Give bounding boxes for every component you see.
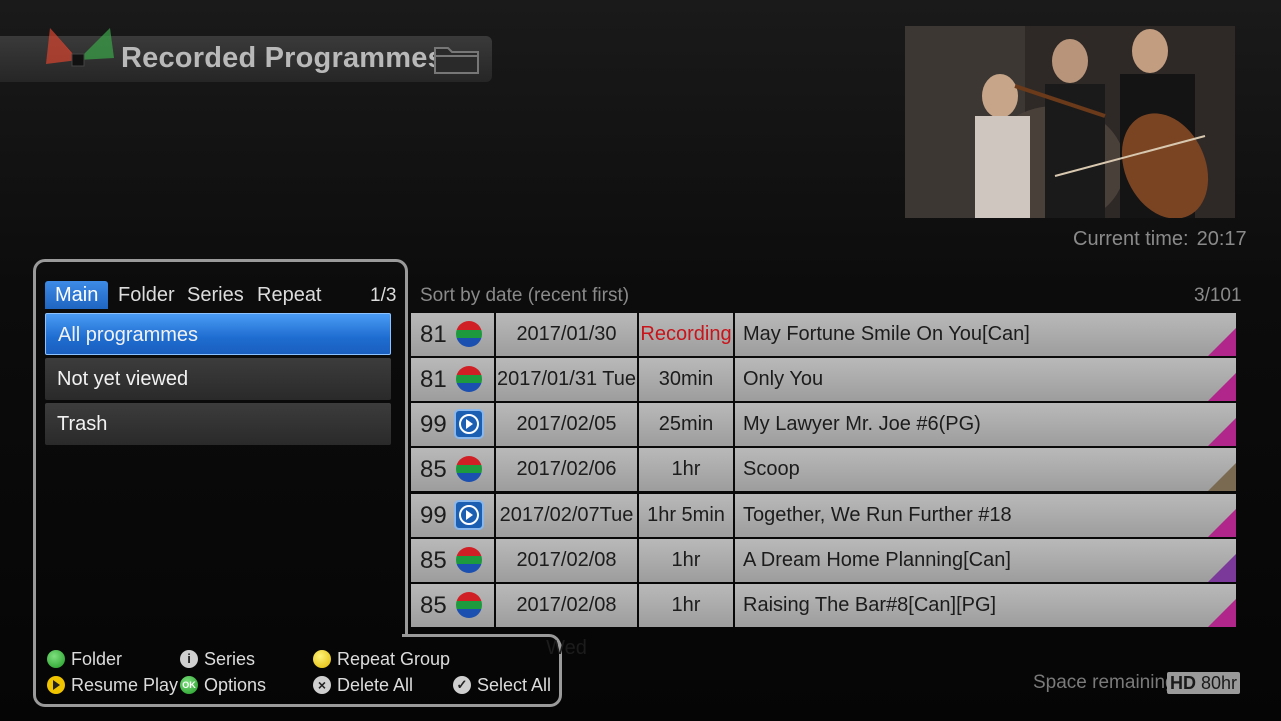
menu-item-all-programmes[interactable]: All programmes <box>45 313 391 355</box>
current-time-label: Current time: <box>1073 228 1189 250</box>
duration: 1hr <box>639 448 733 491</box>
programme-title: Only You <box>735 358 1236 401</box>
page-title: Recorded Programmes <box>121 42 444 74</box>
record-date: 2017/02/08 Wed <box>496 539 637 614</box>
legend-frame-top <box>402 634 561 649</box>
table-row[interactable]: 85 2017/02/08 Wed 1hr A Dream Home Plann… <box>411 539 1236 614</box>
sort-label[interactable]: Sort by date (recent first) <box>420 285 629 307</box>
tvb-logo-icon <box>456 366 482 392</box>
play-button-icon <box>47 676 65 694</box>
app-logo-icon <box>46 28 114 92</box>
duration: 1hr <box>639 584 733 627</box>
programme-title: Together, We Run Further #18 <box>735 494 1236 537</box>
duration: 30min <box>639 358 733 401</box>
tv-icon <box>1208 509 1236 537</box>
video-preview <box>905 26 1235 218</box>
tab-series[interactable]: Series <box>187 281 244 309</box>
duration: Recording <box>639 313 733 356</box>
table-row[interactable]: 99 2017/02/07Tue 1hr 5min Together, We R… <box>411 494 1236 537</box>
tvb-logo-icon <box>456 547 482 573</box>
tv-icon <box>1208 418 1236 446</box>
tvb-logo-icon <box>456 321 482 347</box>
info-button-icon: i <box>180 650 198 668</box>
record-date: 2017/02/06 Mon <box>496 448 637 523</box>
close-icon: × <box>313 676 331 694</box>
space-remaining-value: 80hr <box>1201 673 1238 693</box>
duration: 1hr <box>639 539 733 582</box>
play-channel-logo-icon <box>454 409 484 439</box>
tab-repeat[interactable]: Repeat <box>257 281 322 309</box>
record-date: 2017/01/31 Tue <box>496 358 637 401</box>
hd-badge-label: HD <box>1170 673 1196 693</box>
play-channel-logo-icon <box>454 500 484 530</box>
duration: 1hr 5min <box>639 494 733 537</box>
tab-folder[interactable]: Folder <box>118 281 175 309</box>
programme-title: Raising The Bar#8[Can][PG] <box>735 584 1236 627</box>
item-count: 3/101 <box>1194 285 1242 306</box>
programme-title: May Fortune Smile On You[Can] <box>735 313 1236 356</box>
duration: 25min <box>639 403 733 446</box>
tvb-logo-icon <box>456 592 482 618</box>
table-row[interactable]: 99 2017/02/05 Sun 25min My Lawyer Mr. Jo… <box>411 403 1236 478</box>
ok-button-icon: OK <box>180 676 198 694</box>
programme-title: My Lawyer Mr. Joe #6(PG) <box>735 403 1236 446</box>
table-row[interactable]: 85 2017/02/08 Wed 1hr Raising The Bar#8[… <box>411 584 1236 659</box>
menu-item-trash[interactable]: Trash <box>45 403 391 445</box>
yellow-button-icon <box>313 650 331 668</box>
tab-page-indicator: 1/3 <box>370 285 397 306</box>
current-time-value: 20:17 <box>1196 228 1247 250</box>
table-row[interactable]: 81 2017/01/31 Tue 30min Only You <box>411 358 1236 401</box>
record-date: 2017/01/30 Mon <box>496 313 637 388</box>
folder-icon[interactable] <box>432 42 482 76</box>
globe-icon <box>1208 463 1236 491</box>
space-remaining-label: Space remaining: <box>1033 672 1181 693</box>
menu-item-not-yet-viewed[interactable]: Not yet viewed <box>45 358 391 400</box>
tab-main[interactable]: Main <box>45 281 109 309</box>
record-date: 2017/02/07Tue <box>496 494 637 537</box>
current-time: Current time: 20:17 <box>1073 228 1247 251</box>
record-date: 2017/02/08 Wed <box>496 584 637 659</box>
tv-icon <box>1208 599 1236 627</box>
star-icon <box>1208 554 1236 582</box>
programme-title: A Dream Home Planning[Can] <box>735 539 1236 582</box>
storage-badge: HD 80hr <box>1167 672 1241 694</box>
tvb-logo-icon <box>456 456 482 482</box>
check-icon: ✓ <box>453 676 471 694</box>
table-row[interactable]: 81 2017/01/30 Mon Recording May Fortune … <box>411 313 1236 388</box>
musicians-image <box>905 26 1235 218</box>
green-button-icon <box>47 650 65 668</box>
tv-icon <box>1208 328 1236 356</box>
table-row[interactable]: 85 2017/02/06 Mon 1hr Scoop <box>411 448 1236 523</box>
record-date: 2017/02/05 Sun <box>496 403 637 478</box>
tv-icon <box>1208 373 1236 401</box>
programme-title: Scoop <box>735 448 1236 491</box>
